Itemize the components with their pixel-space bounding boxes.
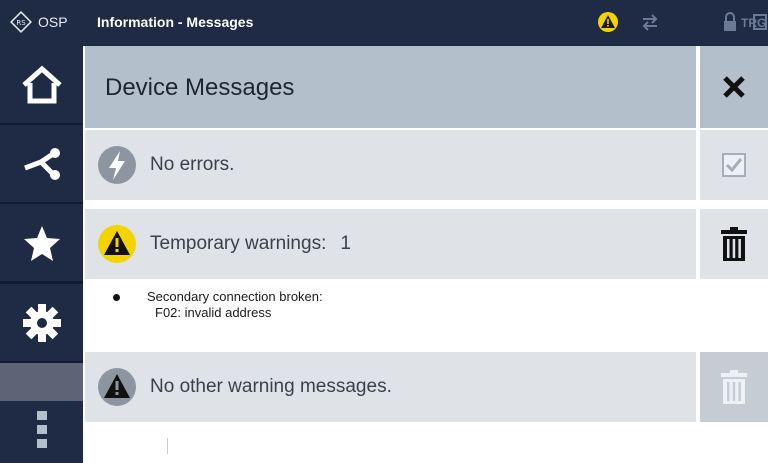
lightning-icon bbox=[98, 146, 136, 184]
acknowledge-button[interactable] bbox=[700, 130, 768, 200]
close-button[interactable] bbox=[700, 46, 768, 128]
temporary-warnings-text: Temporary warnings: 1 bbox=[150, 233, 351, 255]
warning-detail: Secondary connection broken: F02: invali… bbox=[85, 280, 768, 350]
title-bar: RS OSP Information - Messages TRG bbox=[0, 0, 768, 46]
delete-temporary-warnings-button[interactable] bbox=[700, 209, 768, 279]
rs-logo-icon: RS bbox=[10, 11, 32, 33]
network-icon bbox=[23, 147, 60, 180]
panel-footer bbox=[85, 426, 768, 463]
settings-gear-icon bbox=[22, 303, 61, 342]
temporary-warnings-count: 1 bbox=[340, 233, 351, 254]
warning-status-icon[interactable] bbox=[597, 11, 619, 33]
warning-icon-gray bbox=[98, 368, 136, 406]
more-vertical-icon bbox=[37, 411, 47, 448]
checkbox-check-icon bbox=[722, 153, 746, 177]
nav-more-button[interactable] bbox=[0, 401, 83, 463]
screen-icon[interactable] bbox=[753, 11, 767, 33]
window-title: Information - Messages bbox=[97, 14, 254, 30]
delete-other-warnings-button[interactable] bbox=[700, 352, 768, 422]
favorites-star-icon bbox=[23, 225, 60, 261]
page-title: Device Messages bbox=[105, 74, 295, 101]
nav-favorites-button[interactable] bbox=[0, 204, 83, 281]
errors-text: No errors. bbox=[150, 154, 235, 175]
nav-settings-button[interactable] bbox=[0, 284, 83, 361]
panel-header: Device Messages bbox=[85, 46, 696, 128]
other-warnings-row: No other warning messages. bbox=[85, 352, 696, 422]
home-icon bbox=[21, 65, 62, 103]
divider bbox=[167, 438, 168, 454]
bullet bbox=[113, 294, 120, 301]
left-navigation bbox=[0, 46, 83, 463]
osp-label: OSP bbox=[38, 14, 68, 30]
nav-home-button[interactable] bbox=[0, 46, 83, 123]
errors-row: No errors. bbox=[85, 130, 696, 200]
lock-icon bbox=[724, 12, 736, 31]
trash-icon bbox=[721, 227, 747, 261]
nav-separator bbox=[0, 363, 83, 401]
other-warnings-text: No other warning messages. bbox=[150, 376, 392, 397]
temporary-warnings-label: Temporary warnings: bbox=[150, 233, 327, 254]
warning-message: Secondary connection broken: bbox=[147, 289, 323, 304]
close-icon bbox=[723, 76, 745, 98]
temporary-warnings-row: Temporary warnings: 1 bbox=[85, 209, 696, 279]
nav-connections-button[interactable] bbox=[0, 125, 83, 202]
svg-text:RS: RS bbox=[16, 19, 26, 27]
warning-code: F02: invalid address bbox=[155, 305, 272, 320]
warning-icon bbox=[98, 225, 136, 263]
trash-icon bbox=[721, 370, 747, 404]
sync-arrows-icon bbox=[642, 14, 658, 31]
